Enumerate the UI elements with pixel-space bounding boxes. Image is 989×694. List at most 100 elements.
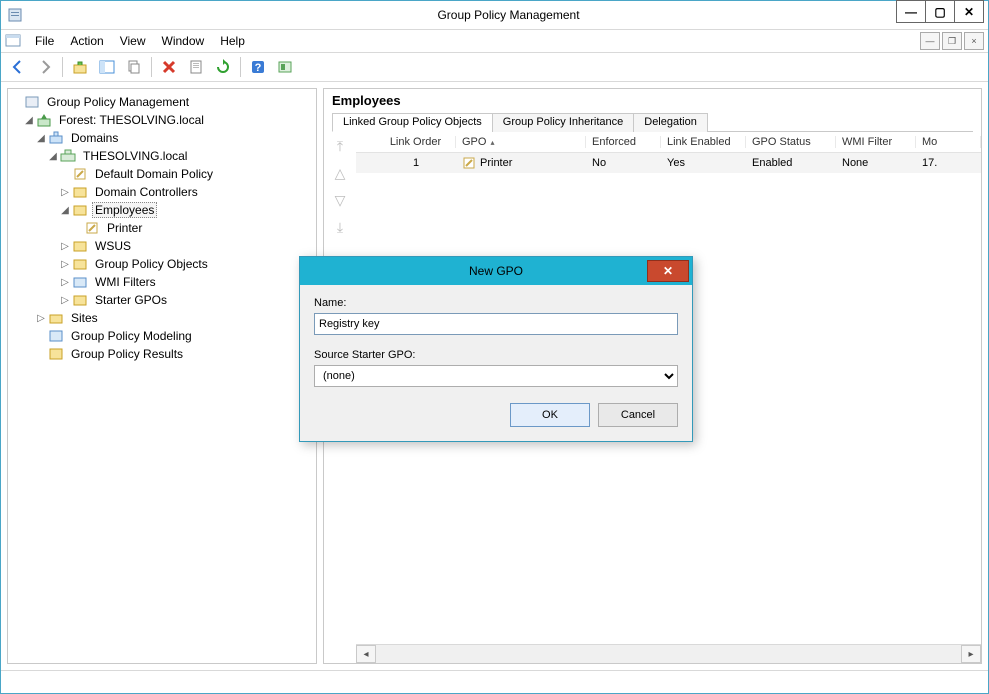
tree-default-domain-policy[interactable]: Default Domain Policy xyxy=(10,165,314,183)
table-row[interactable]: 1 Printer No Yes Enabled None 17. xyxy=(356,153,981,173)
menu-view[interactable]: View xyxy=(112,32,154,50)
help-button[interactable]: ? xyxy=(245,54,271,80)
twisty-icon[interactable]: ▷ xyxy=(58,277,72,288)
grid-header: Link Order GPO ▴ Enforced Link Enabled GP… xyxy=(356,132,981,153)
tree-starter[interactable]: ▷ Starter GPOs xyxy=(10,291,314,309)
ou-icon xyxy=(72,238,88,254)
name-input[interactable] xyxy=(314,313,678,335)
menu-file[interactable]: File xyxy=(27,32,62,50)
twisty-spacer xyxy=(70,223,84,234)
tree-domains[interactable]: ◢ Domains xyxy=(10,129,314,147)
twisty-icon[interactable] xyxy=(10,97,24,108)
new-gpo-dialog: New GPO ✕ Name: Source Starter GPO: (non… xyxy=(299,256,693,442)
up-button[interactable] xyxy=(67,54,93,80)
tree-gpo[interactable]: ▷ Group Policy Objects xyxy=(10,255,314,273)
col-link-enabled[interactable]: Link Enabled xyxy=(661,136,746,148)
scroll-right-button[interactable]: ▸ xyxy=(961,645,981,663)
twisty-icon[interactable]: ▷ xyxy=(58,187,72,198)
cell-gpo-status: Enabled xyxy=(746,157,836,169)
menubar: File Action View Window Help — ❐ × xyxy=(1,30,988,53)
twisty-icon[interactable]: ◢ xyxy=(22,115,36,126)
twisty-icon[interactable]: ◢ xyxy=(58,205,72,216)
dialog-close-button[interactable]: ✕ xyxy=(647,260,689,282)
move-down-icon[interactable]: ▽ xyxy=(335,192,346,209)
tab-linked-gpo[interactable]: Linked Group Policy Objects xyxy=(332,113,493,132)
svg-text:?: ? xyxy=(255,62,262,74)
tree-domain[interactable]: ◢ THESOLVING.local xyxy=(10,147,314,165)
window-title: Group Policy Management xyxy=(29,8,988,22)
twisty-icon[interactable]: ▷ xyxy=(34,313,48,324)
tree-wmi[interactable]: ▷ WMI Filters xyxy=(10,273,314,291)
tree-employees[interactable]: ◢ Employees xyxy=(10,201,314,219)
tab-inheritance[interactable]: Group Policy Inheritance xyxy=(492,113,634,132)
close-button[interactable]: ✕ xyxy=(954,0,984,23)
twisty-icon[interactable]: ◢ xyxy=(46,151,60,162)
mdi-minimize[interactable]: — xyxy=(920,32,940,50)
tab-delegation[interactable]: Delegation xyxy=(633,113,708,132)
col-modified[interactable]: Mo xyxy=(916,136,981,148)
folder-icon xyxy=(72,256,88,272)
source-starter-select[interactable]: (none) xyxy=(314,365,678,387)
source-starter-label: Source Starter GPO: xyxy=(314,349,678,361)
twisty-icon[interactable]: ▷ xyxy=(58,241,72,252)
maximize-button[interactable]: ▢ xyxy=(925,0,955,23)
tree-label: Group Policy Modeling xyxy=(68,329,195,343)
move-bottom-icon[interactable]: ⤓ xyxy=(337,219,343,236)
move-top-icon[interactable]: ⤒ xyxy=(337,138,343,155)
cancel-button[interactable]: Cancel xyxy=(598,403,678,427)
twisty-icon[interactable]: ▷ xyxy=(58,295,72,306)
dialog-titlebar[interactable]: New GPO ✕ xyxy=(300,257,692,285)
copy-button[interactable] xyxy=(121,54,147,80)
tree-printer[interactable]: Printer xyxy=(10,219,314,237)
window-buttons: — ▢ ✕ xyxy=(897,0,984,23)
minimize-button[interactable]: — xyxy=(896,0,926,23)
ou-icon xyxy=(72,202,88,218)
refresh-button[interactable] xyxy=(210,54,236,80)
dialog-title: New GPO xyxy=(300,264,692,278)
mdi-close[interactable]: × xyxy=(964,32,984,50)
delete-button[interactable] xyxy=(156,54,182,80)
tree-forest[interactable]: ◢ Forest: THESOLVING.local xyxy=(10,111,314,129)
twisty-icon[interactable]: ▷ xyxy=(58,259,72,270)
twisty-icon[interactable]: ◢ xyxy=(34,133,48,144)
ok-button[interactable]: OK xyxy=(510,403,590,427)
horizontal-scrollbar[interactable]: ◂ ▸ xyxy=(356,644,981,663)
properties-button[interactable] xyxy=(183,54,209,80)
back-button[interactable] xyxy=(5,54,31,80)
sort-asc-icon: ▴ xyxy=(490,138,494,147)
gpo-link-icon xyxy=(462,156,476,170)
tree-modeling[interactable]: Group Policy Modeling xyxy=(10,327,314,345)
col-gpo-status[interactable]: GPO Status xyxy=(746,136,836,148)
tree-label: Group Policy Results xyxy=(68,347,186,361)
mdi-restore[interactable]: ❐ xyxy=(942,32,962,50)
show-hide-tree-button[interactable] xyxy=(94,54,120,80)
modeling-icon xyxy=(48,328,64,344)
mdi-buttons: — ❐ × xyxy=(918,32,984,50)
col-enforced[interactable]: Enforced xyxy=(586,136,661,148)
col-wmi[interactable]: WMI Filter xyxy=(836,136,916,148)
menu-window[interactable]: Window xyxy=(154,32,213,50)
forest-icon xyxy=(36,112,52,128)
forward-button[interactable] xyxy=(32,54,58,80)
menu-help[interactable]: Help xyxy=(212,32,253,50)
domain-icon xyxy=(60,148,76,164)
col-gpo[interactable]: GPO ▴ xyxy=(456,136,586,148)
tree-results[interactable]: Group Policy Results xyxy=(10,345,314,363)
tree-label: Printer xyxy=(104,221,145,235)
scroll-left-button[interactable]: ◂ xyxy=(356,645,376,663)
tree-pane[interactable]: Group Policy Management ◢ Forest: THESOL… xyxy=(7,88,317,664)
tree-label: Group Policy Objects xyxy=(92,257,211,271)
results-icon xyxy=(48,346,64,362)
folder-icon xyxy=(72,292,88,308)
tree-root[interactable]: Group Policy Management xyxy=(10,93,314,111)
tree-sites[interactable]: ▷ Sites xyxy=(10,309,314,327)
tree-wsus[interactable]: ▷ WSUS xyxy=(10,237,314,255)
options-button[interactable] xyxy=(272,54,298,80)
move-up-icon[interactable]: △ xyxy=(335,165,346,182)
tree-label: THESOLVING.local xyxy=(80,149,190,163)
tree-domain-controllers[interactable]: ▷ Domain Controllers xyxy=(10,183,314,201)
menu-action[interactable]: Action xyxy=(62,32,111,50)
scroll-track[interactable] xyxy=(376,646,961,662)
col-gpo-label: GPO xyxy=(462,136,486,148)
col-link-order[interactable]: Link Order xyxy=(376,136,456,148)
